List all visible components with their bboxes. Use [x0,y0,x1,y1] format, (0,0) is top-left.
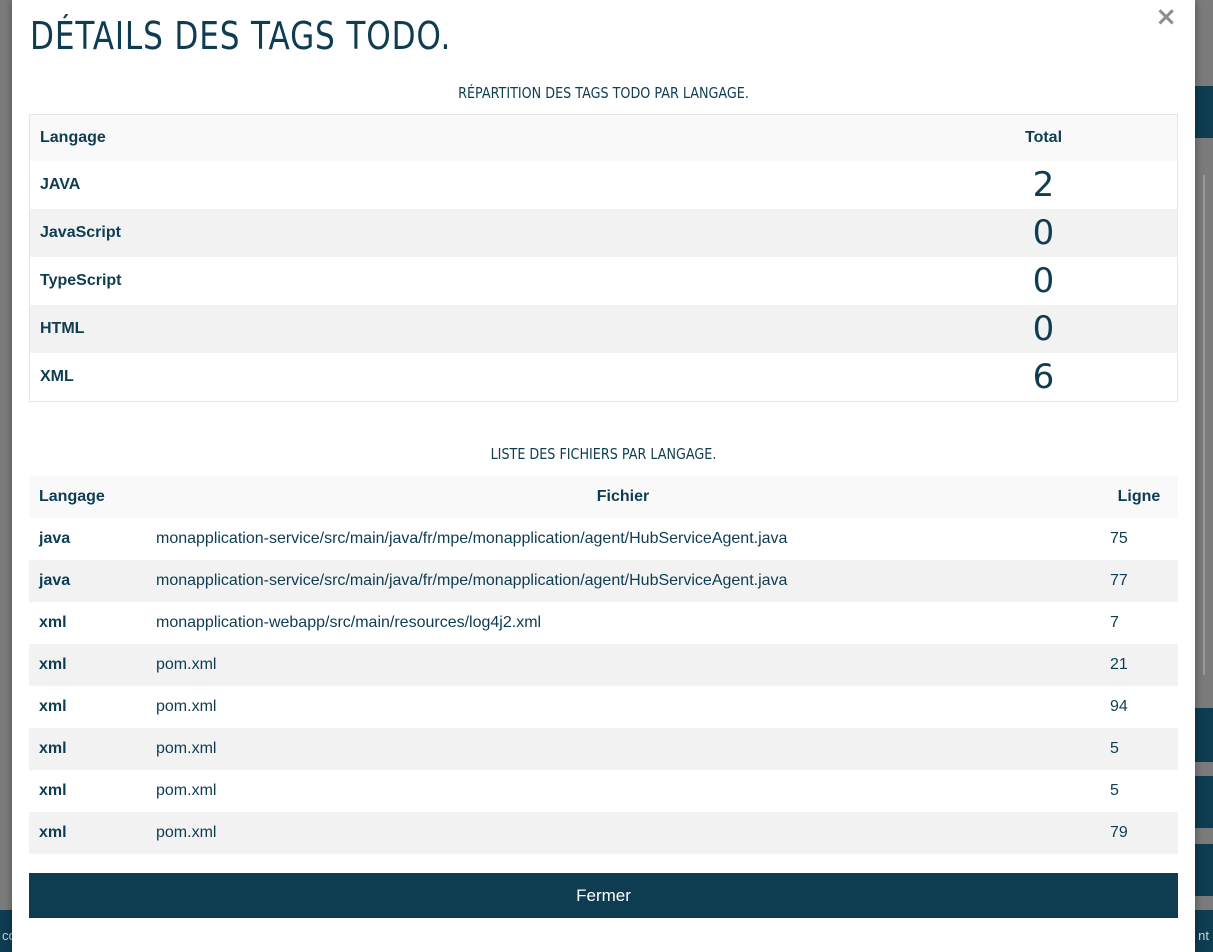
summary-header-row: Langage Total [29,114,1178,161]
summary-table-body: JAVA 2 JavaScript 0 TypeScript 0 HTML 0 XML 6 [29,161,1178,402]
total-cell: 6 [1032,357,1055,397]
language-cell: HTML [40,320,85,337]
file-row: xml pom.xml 21 [29,644,1178,686]
language-cell: TypeScript [40,272,122,289]
line-cell: 77 [1110,572,1128,589]
files-header-row: Langage Fichier Ligne [29,476,1178,518]
file-cell: pom.xml [156,782,217,799]
summary-row: JAVA 2 [29,161,1178,209]
language-cell: xml [39,614,67,631]
column-header-language: Langage [39,488,105,505]
column-header-language: Langage [40,129,106,146]
line-cell: 21 [1110,656,1128,673]
file-cell: monapplication-service/src/main/java/fr/… [156,530,788,547]
language-cell: java [39,530,71,547]
total-cell: 2 [1032,165,1055,205]
line-cell: 7 [1110,614,1119,631]
modal-title: Détails des tags TODO. [30,14,452,58]
line-cell: 5 [1110,782,1119,799]
language-cell: xml [39,656,67,673]
column-header-file: Fichier [596,488,650,505]
file-row: xml pom.xml 79 [29,812,1178,854]
todo-details-modal: × Détails des tags TODO. Répartition des… [12,0,1195,952]
line-cell: 79 [1110,824,1128,841]
files-table-body: java monapplication-service/src/main/java… [29,518,1178,854]
file-row: xml monapplication-webapp/src/main/resour… [29,602,1178,644]
close-button[interactable]: Fermer [29,873,1178,918]
total-cell: 0 [1032,261,1055,301]
language-cell: XML [40,368,74,385]
file-row: xml pom.xml 5 [29,728,1178,770]
summary-row: TypeScript 0 [29,257,1178,305]
file-cell: monapplication-webapp/src/main/resources… [156,614,542,631]
language-cell: xml [39,782,67,799]
background-panel [1195,86,1213,138]
column-header-total: Total [1024,129,1063,146]
column-header-line: Ligne [1117,488,1161,505]
summary-table: Langage Total JAVA 2 JavaScript 0 TypeScript… [29,114,1178,402]
files-section-title: Liste des fichiers par langage. [490,445,717,463]
background-divider [1203,175,1205,675]
language-cell: JavaScript [40,224,121,241]
file-row: java monapplication-service/src/main/java… [29,560,1178,602]
file-cell: monapplication-service/src/main/java/fr/… [156,572,788,589]
line-cell: 75 [1110,530,1128,547]
background-footer-right-text: nt [1198,928,1209,943]
summary-row: JavaScript 0 [29,209,1178,257]
summary-row: XML 6 [29,353,1178,402]
total-cell: 0 [1032,309,1055,349]
summary-section-title: Répartition des tags TODO par langage. [458,84,749,102]
language-cell: java [39,572,71,589]
file-cell: pom.xml [156,824,217,841]
file-row: java monapplication-service/src/main/java… [29,518,1178,560]
file-row: xml pom.xml 5 [29,770,1178,812]
language-cell: xml [39,824,67,841]
background-panel [1195,708,1213,762]
file-row: xml pom.xml 94 [29,686,1178,728]
language-cell: xml [39,698,67,715]
language-cell: xml [39,740,67,757]
file-cell: pom.xml [156,698,217,715]
background-panel [1195,844,1213,896]
line-cell: 5 [1110,740,1119,757]
total-cell: 0 [1032,213,1055,253]
close-icon[interactable]: × [1155,4,1177,30]
files-table: Langage Fichier Ligne java monapplication… [29,476,1178,854]
language-cell: JAVA [40,176,81,193]
summary-row: HTML 0 [29,305,1178,353]
file-cell: pom.xml [156,740,217,757]
file-cell: pom.xml [156,656,217,673]
line-cell: 94 [1110,698,1128,715]
background-panel [1195,776,1213,828]
